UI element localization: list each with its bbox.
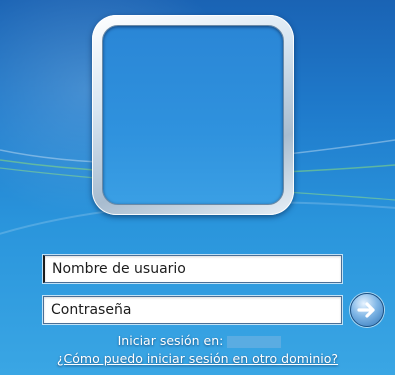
arrow-right-icon — [357, 302, 375, 318]
password-input[interactable] — [43, 296, 342, 324]
domain-name-value — [227, 335, 282, 348]
signin-domain-line: Iniciar sesión en: — [0, 333, 395, 348]
submit-button[interactable] — [350, 293, 384, 327]
other-domain-help-link[interactable]: ¿Cómo puedo iniciar sesión en otro domin… — [0, 351, 395, 366]
login-screen: Iniciar sesión en: ¿Cómo puedo iniciar s… — [0, 0, 395, 375]
signin-prefix-label: Iniciar sesión en: — [117, 333, 224, 348]
user-avatar-picture — [102, 25, 284, 205]
username-input[interactable] — [43, 255, 342, 283]
user-avatar-frame — [92, 15, 294, 215]
